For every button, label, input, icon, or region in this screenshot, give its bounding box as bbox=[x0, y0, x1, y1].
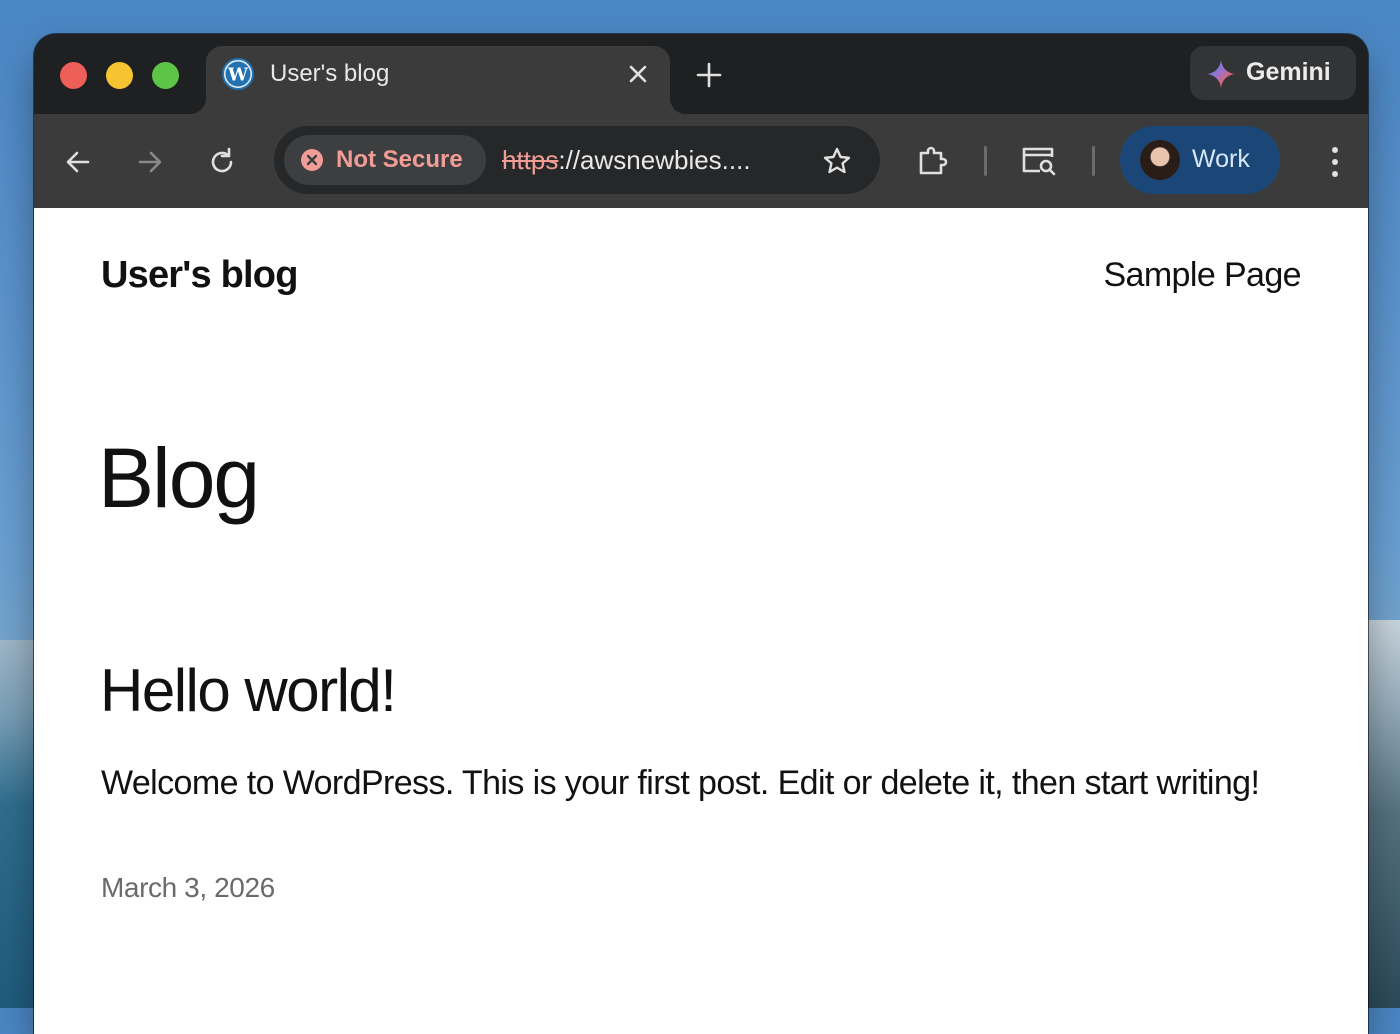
extensions-puzzle-icon[interactable] bbox=[916, 144, 950, 178]
url-rest: ://awsnewbies.... bbox=[558, 145, 751, 175]
post-excerpt: Welcome to WordPress. This is your first… bbox=[101, 764, 1260, 802]
more-menu-icon[interactable] bbox=[1328, 144, 1342, 180]
web-page: User's blog Sample Page Blog Hello world… bbox=[34, 208, 1368, 1034]
site-title[interactable]: User's blog bbox=[101, 254, 298, 297]
profile-button[interactable]: Work bbox=[1120, 126, 1280, 194]
back-arrow-icon[interactable] bbox=[62, 146, 94, 178]
bookmark-star-icon[interactable] bbox=[822, 146, 852, 176]
window-minimize-button[interactable] bbox=[106, 62, 133, 89]
browser-toolbar: Not Secure https://awsnewbies.... Work bbox=[34, 114, 1368, 208]
page-heading: Blog bbox=[98, 431, 260, 525]
nav-link-sample-page[interactable]: Sample Page bbox=[1103, 256, 1301, 295]
reload-icon[interactable] bbox=[206, 146, 238, 178]
tab-title: User's blog bbox=[270, 60, 390, 87]
tab-search-icon[interactable] bbox=[1020, 144, 1058, 178]
browser-window: W User's blog Gemini Not Secure https://… bbox=[34, 34, 1368, 1034]
svg-text:W: W bbox=[227, 65, 249, 86]
new-tab-icon[interactable] bbox=[694, 60, 724, 90]
url-scheme: https bbox=[502, 145, 559, 175]
profile-label: Work bbox=[1192, 145, 1250, 173]
gemini-button[interactable]: Gemini bbox=[1190, 46, 1356, 100]
tab-users-blog[interactable]: W User's blog bbox=[190, 46, 686, 114]
window-close-button[interactable] bbox=[60, 62, 87, 89]
site-info-chip[interactable]: Not Secure bbox=[284, 135, 486, 185]
wordpress-icon: W bbox=[222, 58, 254, 90]
avatar bbox=[1140, 140, 1180, 180]
gemini-label: Gemini bbox=[1246, 58, 1331, 86]
tab-strip: W User's blog Gemini bbox=[34, 34, 1368, 114]
gemini-sparkle-icon bbox=[1207, 60, 1235, 88]
url-text[interactable]: https://awsnewbies.... bbox=[502, 145, 751, 176]
address-bar[interactable]: Not Secure https://awsnewbies.... bbox=[274, 126, 880, 194]
not-secure-label: Not Secure bbox=[336, 146, 463, 173]
close-tab-icon[interactable] bbox=[624, 60, 652, 88]
toolbar-divider bbox=[984, 146, 987, 176]
toolbar-divider bbox=[1092, 146, 1095, 176]
window-maximize-button[interactable] bbox=[152, 62, 179, 89]
forward-arrow-icon[interactable] bbox=[134, 146, 166, 178]
post-date: March 3, 2026 bbox=[101, 872, 275, 903]
post-title-link[interactable]: Hello world! bbox=[100, 656, 397, 725]
not-secure-icon bbox=[301, 149, 323, 171]
